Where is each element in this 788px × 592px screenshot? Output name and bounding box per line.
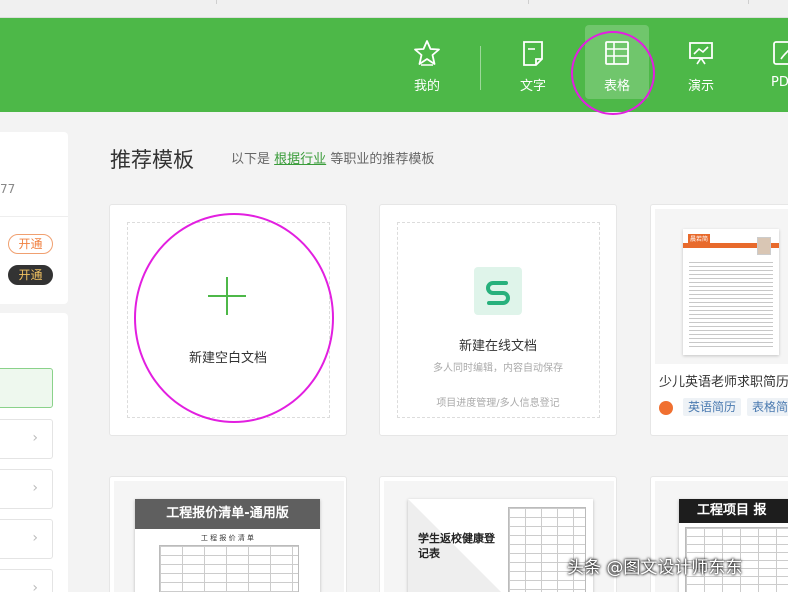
presentation-icon — [689, 42, 713, 65]
card-title: 新建在线文档 — [458, 339, 537, 354]
sheet-page: 工程报价清单-通用版 工 程 报 价 清 单 — [135, 499, 320, 592]
nav-item-pdf[interactable]: PD — [753, 25, 788, 99]
card-examples: 项目进度管理/多人信息登记 — [436, 398, 560, 409]
nav-item-presentation[interactable]: 演示 — [669, 25, 733, 99]
template-tag[interactable]: 表格简 — [747, 398, 788, 416]
pdf-icon — [773, 41, 788, 65]
activate-vip-button[interactable]: 开通 — [8, 265, 53, 285]
template-card-engineering-quote[interactable]: 工程报价清单-通用版 工 程 报 价 清 单 — [109, 476, 347, 592]
nav-label: 表格 — [603, 79, 630, 94]
online-doc-logo-icon — [474, 267, 522, 315]
sheet-header: 工程报价清单-通用版 — [135, 499, 320, 529]
sidebar-item[interactable]: › — [0, 419, 53, 459]
sheet-page: 学生返校健康登记表 — [408, 499, 593, 592]
template-thumbnail: 工程报价清单-通用版 工 程 报 价 清 单 — [114, 481, 344, 592]
nav-item-mine[interactable]: 我的 — [395, 25, 459, 99]
sidebar-account-panel: 77 开通 开通 — [0, 132, 68, 304]
sidebar-item-selected[interactable] — [0, 368, 53, 408]
header-bar: 我的 文字 表格 演示 PD — [0, 18, 788, 112]
nav-label: PD — [771, 75, 788, 90]
nav-label: 我的 — [413, 79, 440, 94]
resume-photo — [757, 237, 771, 255]
chevron-right-icon: › — [32, 480, 38, 496]
sidebar-list-panel: › › › › — [0, 313, 68, 592]
nav-item-writer[interactable]: 文字 — [501, 25, 565, 99]
new-blank-document-card[interactable]: 新建空白文档 — [109, 204, 347, 436]
nav-label: 文字 — [519, 79, 546, 94]
chevron-right-icon: › — [32, 580, 38, 592]
activate-button[interactable]: 开通 — [8, 234, 53, 254]
template-tag[interactable]: 英语简历 — [683, 398, 742, 416]
industry-link[interactable]: 根据行业 — [274, 152, 326, 167]
sheet-page: 工程项目 报 — [679, 499, 788, 592]
dashed-frame — [127, 222, 330, 418]
subtitle-suffix: 等职业的推荐模板 — [330, 152, 435, 167]
resume-page: 晨若简 — [683, 229, 779, 355]
recommend-subtitle: 以下是 根据行业 等职业的推荐模板 — [231, 148, 434, 167]
sheet-grid — [159, 545, 299, 592]
watermark-text: 头条 @图文设计师东东 — [567, 558, 743, 578]
template-title: 少儿英语老师求职简历 — [659, 375, 788, 390]
resume-name: 晨若简 — [688, 234, 711, 243]
star-icon — [414, 40, 440, 66]
sidebar-item[interactable]: › — [0, 519, 53, 559]
card-description: 多人同时编辑，内容自动保存 — [433, 363, 563, 374]
template-source-icon — [659, 401, 673, 415]
dashed-frame — [397, 222, 600, 418]
document-icon — [523, 41, 543, 66]
spreadsheet-icon — [605, 41, 629, 65]
sheet-grid — [508, 507, 586, 592]
sheet-header: 工程项目 报 — [679, 499, 788, 523]
sidebar-item[interactable]: › — [0, 469, 53, 509]
sidebar-item[interactable]: › — [0, 569, 53, 592]
nav-divider — [480, 46, 481, 90]
page-title: 推荐模板 — [110, 148, 194, 172]
nav-label: 演示 — [687, 79, 714, 94]
subtitle-prefix: 以下是 — [231, 152, 271, 167]
sheet-header: 学生返校健康登记表 — [418, 532, 495, 560]
account-number: 77 — [0, 182, 16, 196]
window-top-strip — [0, 0, 788, 18]
template-thumbnail: 晨若简 — [655, 209, 788, 364]
sheet-subtitle: 工 程 报 价 清 单 — [200, 534, 255, 542]
card-title: 新建空白文档 — [188, 351, 267, 366]
chevron-right-icon: › — [32, 430, 38, 446]
new-online-document-card[interactable]: 新建在线文档 多人同时编辑，内容自动保存 项目进度管理/多人信息登记 — [379, 204, 617, 436]
nav-item-spreadsheet[interactable]: 表格 — [585, 25, 649, 99]
divider — [0, 216, 68, 217]
template-card-resume[interactable]: 晨若简 少儿英语老师求职简历 英语简历 表格简 — [650, 204, 788, 436]
chevron-right-icon: › — [32, 530, 38, 546]
plus-icon-vertical — [226, 277, 228, 315]
